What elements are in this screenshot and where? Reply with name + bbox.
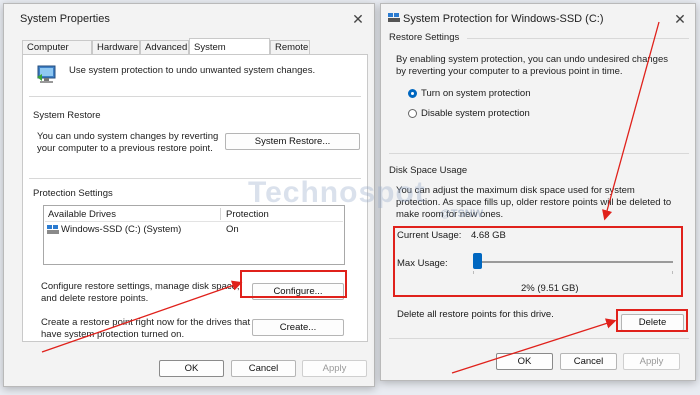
- arrow-to-disk-usage: [602, 21, 660, 221]
- arrow-to-configure: [41, 280, 243, 353]
- annotation-arrows: [41, 21, 660, 374]
- arrow-to-delete: [451, 318, 617, 374]
